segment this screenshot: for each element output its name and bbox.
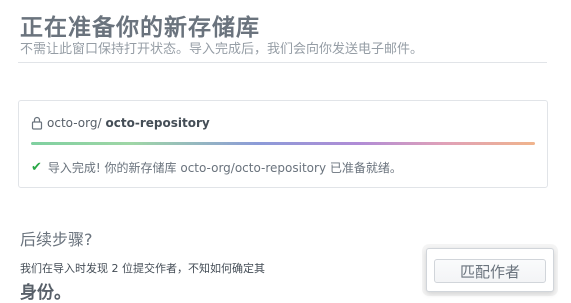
import-progress-fill bbox=[31, 142, 535, 145]
import-status: ✔ 导入完成! 你的新存储库 octo-org/octo-repository … bbox=[31, 159, 402, 176]
import-progress-bar bbox=[31, 142, 535, 145]
lock-icon bbox=[31, 116, 43, 130]
next-steps-body-tail: 身份。 bbox=[20, 283, 71, 303]
next-steps-body: 我们在导入时发现 2 位提交作者，不知如何确定其 bbox=[20, 262, 265, 275]
page-title: 正在准备你的新存储库 bbox=[20, 15, 260, 41]
match-authors-button[interactable]: 匹配作者 bbox=[434, 259, 546, 283]
check-icon: ✔ bbox=[31, 160, 42, 175]
page-subtitle: 不需让此窗口保持打开状态。导入完成后，我们会向你发送电子邮件。 bbox=[20, 42, 424, 57]
repo-path: octo-org/octo-repository bbox=[31, 114, 210, 132]
import-status-text: 导入完成! 你的新存储库 octo-org/octo-repository 已准… bbox=[47, 161, 402, 175]
import-status-card: octo-org/octo-repository ✔ 导入完成! 你的新存储库 … bbox=[18, 100, 548, 188]
repo-name: octo-repository bbox=[105, 116, 210, 130]
next-steps-heading: 后续步骤? bbox=[20, 230, 93, 249]
header-divider bbox=[18, 62, 547, 63]
repo-owner: octo-org/ bbox=[47, 116, 102, 130]
